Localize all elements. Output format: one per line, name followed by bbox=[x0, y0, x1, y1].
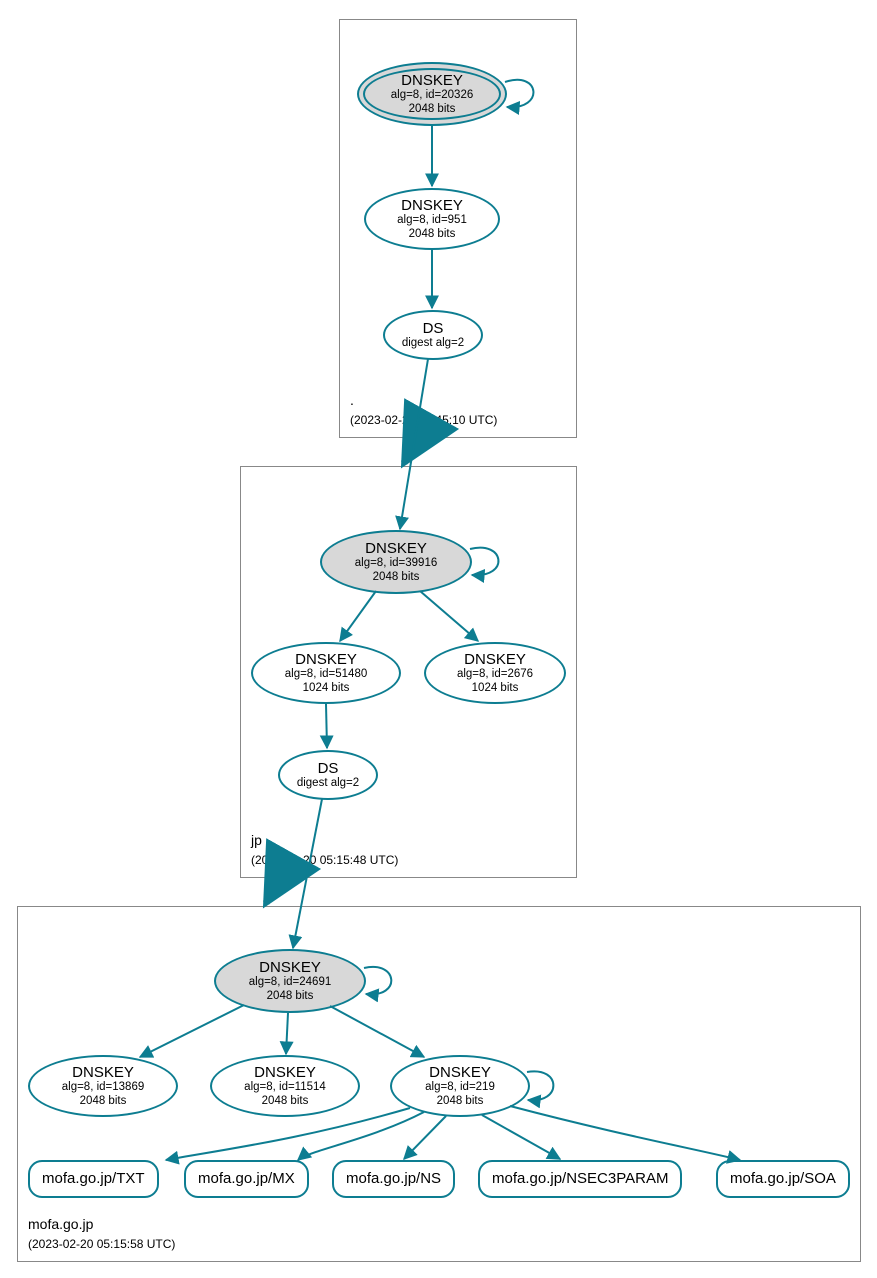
node-line3: 2048 bits bbox=[373, 571, 420, 584]
node-jp-ksk: DNSKEY alg=8, id=39916 2048 bits bbox=[320, 530, 472, 594]
node-line2: alg=8, id=51480 bbox=[285, 668, 368, 681]
node-line2: digest alg=2 bbox=[402, 337, 464, 350]
node-title: DNSKEY bbox=[365, 540, 427, 557]
node-mofa-z3: DNSKEY alg=8, id=219 2048 bits bbox=[390, 1055, 530, 1117]
node-mofa-z2: DNSKEY alg=8, id=11514 2048 bits bbox=[210, 1055, 360, 1117]
zone-jp-ts: (2023-02-20 05:15:48 UTC) bbox=[251, 853, 398, 867]
node-title: DNSKEY bbox=[254, 1064, 316, 1081]
node-mofa-ksk: DNSKEY alg=8, id=24691 2048 bits bbox=[214, 949, 366, 1013]
node-title: DNSKEY bbox=[259, 959, 321, 976]
node-line3: 2048 bits bbox=[267, 990, 314, 1003]
node-line3: 2048 bits bbox=[437, 1095, 484, 1108]
node-line3: 1024 bits bbox=[303, 682, 350, 695]
node-line2: alg=8, id=20326 bbox=[391, 89, 474, 102]
node-mofa-z1: DNSKEY alg=8, id=13869 2048 bits bbox=[28, 1055, 178, 1117]
node-line2: alg=8, id=2676 bbox=[457, 668, 533, 681]
node-line2: alg=8, id=24691 bbox=[249, 976, 332, 989]
record-soa: mofa.go.jp/SOA bbox=[716, 1160, 850, 1198]
node-line2: alg=8, id=39916 bbox=[355, 557, 438, 570]
node-line2: alg=8, id=13869 bbox=[62, 1081, 145, 1094]
node-title: DNSKEY bbox=[295, 651, 357, 668]
node-line3: 2048 bits bbox=[409, 103, 456, 116]
record-ns: mofa.go.jp/NS bbox=[332, 1160, 455, 1198]
node-root-zsk: DNSKEY alg=8, id=951 2048 bits bbox=[364, 188, 500, 250]
node-line3: 2048 bits bbox=[409, 228, 456, 241]
record-nsec3param: mofa.go.jp/NSEC3PARAM bbox=[478, 1160, 682, 1198]
node-root-ksk: DNSKEY alg=8, id=20326 2048 bits bbox=[357, 62, 507, 126]
node-line3: 2048 bits bbox=[80, 1095, 127, 1108]
node-line3: 2048 bits bbox=[262, 1095, 309, 1108]
node-title: DS bbox=[318, 760, 339, 777]
record-mx: mofa.go.jp/MX bbox=[184, 1160, 309, 1198]
node-jp-zsk2: DNSKEY alg=8, id=2676 1024 bits bbox=[424, 642, 566, 704]
node-title: DS bbox=[423, 320, 444, 337]
node-title: DNSKEY bbox=[401, 197, 463, 214]
node-line3: 1024 bits bbox=[472, 682, 519, 695]
node-line2: alg=8, id=11514 bbox=[244, 1081, 326, 1094]
record-txt: mofa.go.jp/TXT bbox=[28, 1160, 159, 1198]
node-title: DNSKEY bbox=[72, 1064, 134, 1081]
node-line2: alg=8, id=951 bbox=[397, 214, 467, 227]
zone-root-name: . bbox=[350, 392, 354, 408]
node-root-ds: DS digest alg=2 bbox=[383, 310, 483, 360]
zone-root-ts: (2023-02-20 03:45:10 UTC) bbox=[350, 413, 497, 427]
node-jp-ds: DS digest alg=2 bbox=[278, 750, 378, 800]
node-title: DNSKEY bbox=[401, 72, 463, 89]
node-line2: alg=8, id=219 bbox=[425, 1081, 495, 1094]
node-line2: digest alg=2 bbox=[297, 777, 359, 790]
zone-jp-label: jp (2023-02-20 05:15:48 UTC) bbox=[251, 831, 398, 869]
zone-mofa-name: mofa.go.jp bbox=[28, 1216, 93, 1232]
node-title: DNSKEY bbox=[429, 1064, 491, 1081]
zone-jp-name: jp bbox=[251, 832, 262, 848]
node-jp-zsk1: DNSKEY alg=8, id=51480 1024 bits bbox=[251, 642, 401, 704]
zone-mofa-ts: (2023-02-20 05:15:58 UTC) bbox=[28, 1237, 175, 1251]
node-title: DNSKEY bbox=[464, 651, 526, 668]
zone-root-label: . (2023-02-20 03:45:10 UTC) bbox=[350, 391, 497, 429]
zone-mofa-label: mofa.go.jp (2023-02-20 05:15:58 UTC) bbox=[28, 1215, 175, 1253]
